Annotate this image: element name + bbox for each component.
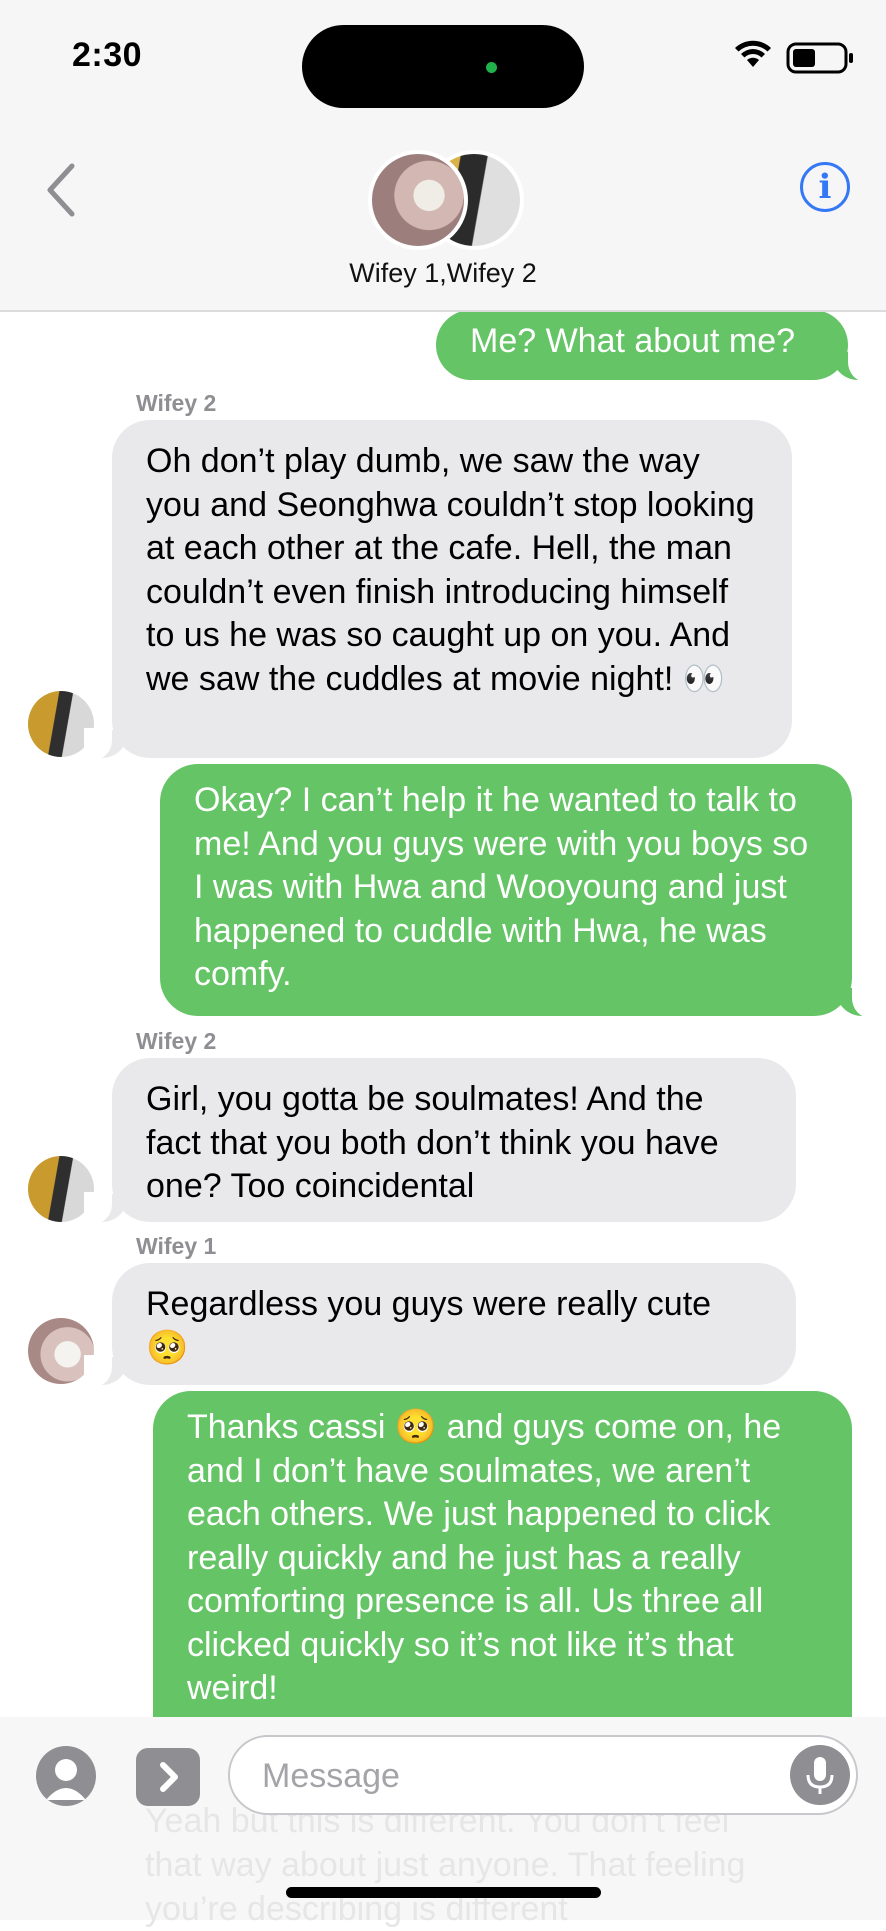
message-thread: Me? What about me? Wifey 2 Oh don’t play…: [0, 312, 886, 1717]
group-name[interactable]: Wifey 1,Wifey 2: [0, 258, 886, 289]
info-icon[interactable]: i: [800, 162, 850, 212]
home-indicator[interactable]: [286, 1887, 601, 1898]
camera-indicator-dot: [486, 62, 497, 73]
wifi-icon: [735, 40, 771, 67]
message-bubble-incoming[interactable]: Oh don’t play dumb, we saw the way you a…: [84, 420, 792, 760]
message-text: Girl, you gotta be soulmates! And the fa…: [146, 1080, 719, 1205]
dynamic-island: [302, 25, 584, 108]
message-bubble-incoming[interactable]: Regardless you guys were really cute 🥺: [84, 1263, 796, 1387]
camera-icon[interactable]: [36, 1746, 96, 1806]
apps-icon[interactable]: [136, 1748, 200, 1806]
status-bar: 2:30: [0, 0, 886, 110]
message-bubble-incoming[interactable]: Girl, you gotta be soulmates! And the fa…: [84, 1058, 796, 1224]
group-avatars[interactable]: [368, 150, 524, 254]
message-field[interactable]: [228, 1735, 858, 1815]
message-text: Oh don’t play dumb, we saw the way you a…: [146, 442, 755, 698]
message-bubble-outgoing[interactable]: Okay? I can’t help it he wanted to talk …: [160, 764, 880, 1018]
sender-name: Wifey 1: [136, 1233, 217, 1259]
avatar-wifey-1: [368, 150, 468, 250]
message-input[interactable]: [260, 1737, 764, 1815]
message-bubble-outgoing[interactable]: Me? What about me?: [436, 312, 876, 382]
back-chevron-icon[interactable]: [40, 160, 84, 220]
microphone-icon[interactable]: [790, 1745, 850, 1805]
status-time: 2:30: [72, 36, 143, 74]
message-bubble-outgoing[interactable]: Thanks cassi 🥺 and guys come on, he and …: [153, 1391, 852, 1717]
sender-name: Wifey 2: [136, 390, 217, 416]
battery-icon: [786, 42, 853, 74]
faded-draft-text: Yeah but this is different. You don’t fe…: [145, 1802, 746, 1928]
message-text: Me? What about me?: [470, 322, 796, 360]
message-text: Okay? I can’t help it he wanted to talk …: [194, 781, 809, 993]
message-text: Thanks cassi 🥺 and guys come on, he and …: [187, 1408, 782, 1707]
sender-name: Wifey 2: [136, 1028, 217, 1054]
conversation-header: Wifey 1,Wifey 2 i: [0, 110, 886, 312]
message-text: Regardless you guys were really cute 🥺: [146, 1285, 712, 1367]
